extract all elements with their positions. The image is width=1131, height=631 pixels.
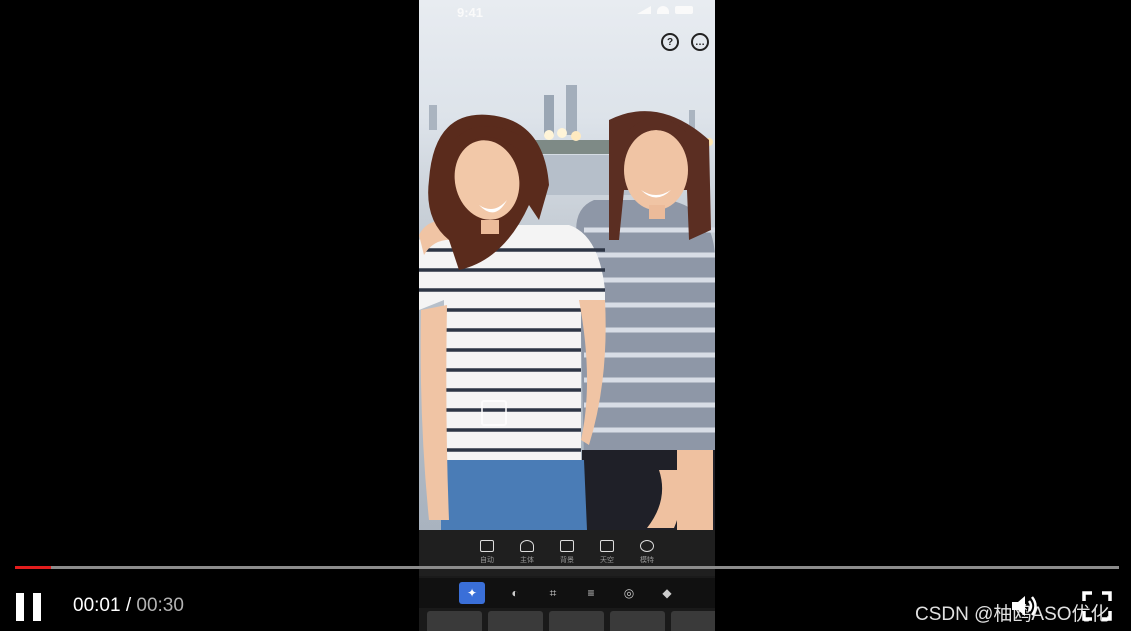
thumbnail-strip: [427, 611, 715, 631]
time-readout: 00:01 / 00:30: [73, 595, 184, 617]
thumbnail[interactable]: [549, 611, 604, 631]
tool-model-label: 模特: [640, 557, 654, 564]
eraser-icon[interactable]: ◆: [659, 585, 675, 601]
pause-icon-bar: [33, 593, 41, 621]
signal-icon: [637, 6, 651, 14]
fullscreen-button[interactable]: [1082, 591, 1112, 621]
tool-background[interactable]: 背景: [547, 540, 587, 565]
volume-icon: [1012, 596, 1037, 616]
volume-button[interactable]: [1010, 592, 1042, 620]
magic-wand-icon[interactable]: ✦: [459, 582, 485, 604]
auto-cutout-icon: [480, 540, 494, 552]
thumbnail[interactable]: [488, 611, 543, 631]
background-icon: [560, 540, 574, 552]
cutout-mode-toolbar: 自动 主体 背景 天空 模特: [419, 530, 715, 576]
pause-button[interactable]: [16, 593, 42, 621]
progress-bar[interactable]: [15, 566, 1119, 569]
thumbnail[interactable]: [427, 611, 482, 631]
tool-auto-label: 自动: [480, 557, 494, 564]
layers-icon[interactable]: ◐: [507, 585, 523, 601]
photo-canvas[interactable]: 9:41 ? …: [419, 0, 715, 530]
photo-illustration: [419, 85, 715, 530]
progress-fill: [15, 566, 52, 569]
model-icon: [640, 540, 654, 552]
subject-icon: [520, 540, 534, 552]
more-icon[interactable]: …: [691, 33, 709, 51]
fullscreen-icon: [1082, 591, 1112, 621]
sliders-icon[interactable]: ≡: [583, 585, 599, 601]
edit-toolbar: ✦ ◐ ⌗ ≡ ◎ ◆: [419, 578, 715, 608]
status-bar: 9:41: [419, 0, 715, 24]
tool-background-label: 背景: [560, 557, 574, 564]
wifi-icon: [657, 6, 669, 14]
crop-icon[interactable]: ⌗: [545, 585, 561, 601]
status-icons: [637, 6, 693, 14]
phone-screen: 9:41 ? … 自动 主体 背景 天空 模特 ✦ ◐ ⌗ ≡ ◎ ◆: [419, 0, 715, 631]
thumbnail[interactable]: [671, 611, 715, 631]
blur-icon[interactable]: ◎: [621, 585, 637, 601]
pause-icon: [16, 593, 24, 621]
current-time: 00:01: [73, 595, 121, 616]
app-watermark-icon: [481, 400, 507, 426]
tool-sky[interactable]: 天空: [587, 540, 627, 565]
help-icon[interactable]: ?: [661, 33, 679, 51]
battery-icon: [675, 6, 693, 14]
time-separator: /: [125, 595, 132, 616]
duration: 00:30: [136, 595, 184, 616]
tool-sky-label: 天空: [600, 557, 614, 564]
tool-subject[interactable]: 主体: [507, 540, 547, 565]
tool-auto[interactable]: 自动: [467, 540, 507, 565]
tool-model[interactable]: 模特: [627, 540, 667, 565]
thumbnail[interactable]: [610, 611, 665, 631]
status-time: 9:41: [457, 5, 484, 20]
tool-subject-label: 主体: [520, 557, 534, 564]
sky-icon: [600, 540, 614, 552]
